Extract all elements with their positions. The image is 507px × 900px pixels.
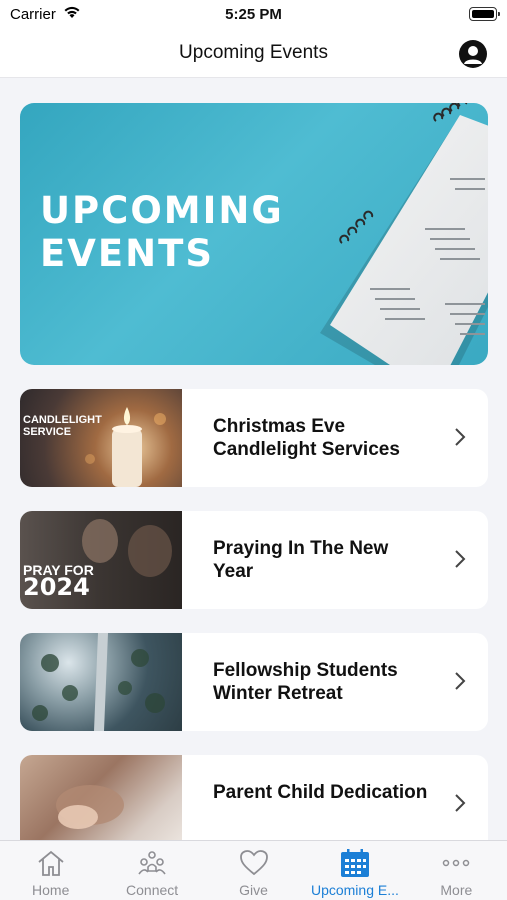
page-title: Upcoming Events <box>179 42 328 63</box>
people-icon <box>136 847 168 884</box>
clock: 5:25 PM <box>225 6 282 23</box>
tab-label: Upcoming E... <box>310 882 399 898</box>
event-thumbnail-pray: PRAY FOR 2024 <box>20 511 182 609</box>
event-title: Fellowship Students Winter Retreat <box>213 660 398 704</box>
profile-icon[interactable] <box>459 40 487 68</box>
tab-upcoming-events[interactable]: Upcoming E... <box>304 841 405 900</box>
event-card[interactable]: Fellowship Students Winter Retreat <box>20 633 488 731</box>
event-list: UPCOMING EVENTS CANDLELIGHT SERVICE Chri… <box>0 78 507 840</box>
nav-bar: Upcoming Events <box>0 28 507 78</box>
event-thumbnail-retreat <box>20 633 182 731</box>
chevron-right-icon <box>454 427 466 452</box>
banner-heading: UPCOMING EVENTS <box>40 189 284 275</box>
tab-home[interactable]: Home <box>0 841 101 900</box>
heart-icon <box>238 847 270 884</box>
event-title: Christmas Eve Candlelight Services <box>213 416 400 460</box>
upcoming-events-banner: UPCOMING EVENTS <box>20 103 488 365</box>
banner-line-1: UPCOMING <box>40 189 284 232</box>
house-icon <box>35 847 67 884</box>
thumbnail-year: 2024 <box>23 573 90 601</box>
tab-label: More <box>440 882 473 898</box>
event-thumbnail-dedication <box>20 755 182 840</box>
tab-label: Connect <box>126 882 179 898</box>
event-card[interactable]: CANDLELIGHT SERVICE Christmas Eve Candle… <box>20 389 488 487</box>
tab-connect[interactable]: Connect <box>101 841 202 900</box>
battery-icon <box>469 7 500 21</box>
chevron-right-icon <box>454 671 466 696</box>
chevron-right-icon <box>454 549 466 574</box>
calendar-icon <box>339 847 371 884</box>
banner-line-2: EVENTS <box>40 232 215 275</box>
tab-give[interactable]: Give <box>203 841 304 900</box>
event-card[interactable]: PRAY FOR 2024 Praying In The New Year <box>20 511 488 609</box>
tab-label: Give <box>239 882 268 898</box>
chevron-right-icon <box>454 793 466 818</box>
event-title: Praying In The New Year <box>213 538 389 582</box>
event-title: Parent Child Dedication <box>213 782 428 803</box>
tab-more[interactable]: More <box>406 841 507 900</box>
tab-bar: Home Connect Give Upcoming E... More <box>0 840 507 900</box>
thumbnail-caption: CANDLELIGHT SERVICE <box>23 414 102 438</box>
ellipsis-icon <box>440 847 472 884</box>
status-bar: Carrier 5:25 PM <box>0 0 507 28</box>
event-thumbnail-candlelight: CANDLELIGHT SERVICE <box>20 389 182 487</box>
event-card[interactable]: Parent Child Dedication <box>20 755 488 840</box>
tab-label: Home <box>32 882 70 898</box>
